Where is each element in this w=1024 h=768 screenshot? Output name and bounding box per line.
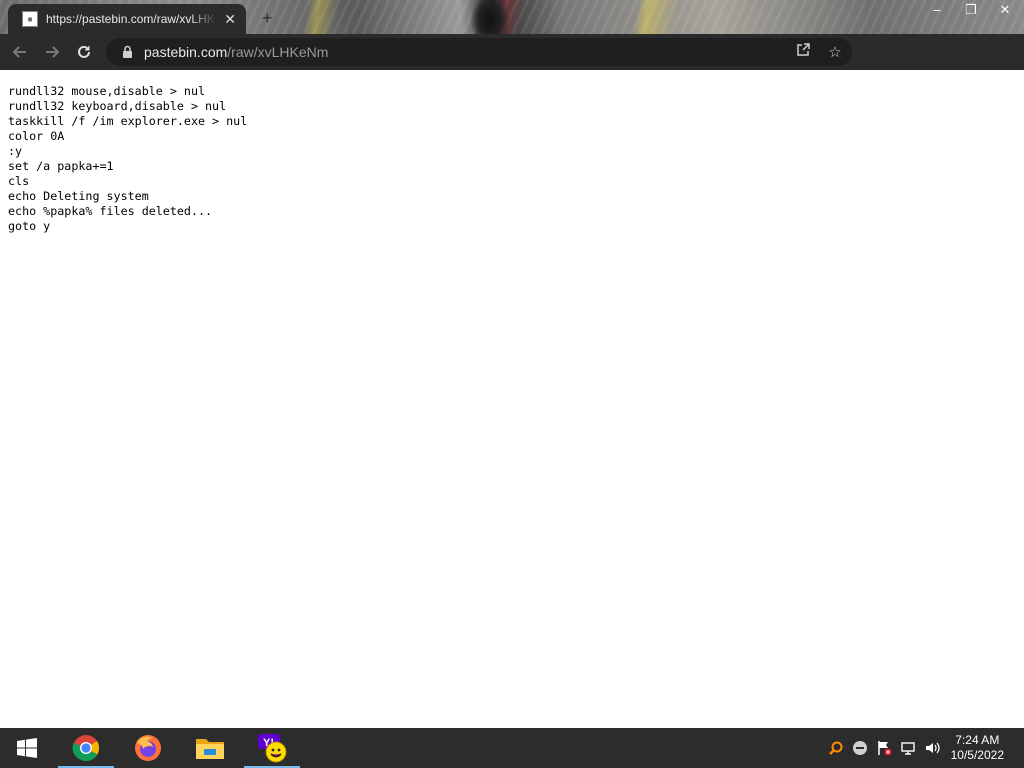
windows-start-icon: [17, 738, 37, 758]
start-button[interactable]: [8, 728, 46, 768]
page-content: rundll32 mouse,disable > nul rundll32 ke…: [0, 70, 1024, 728]
chrome-icon: [72, 735, 100, 762]
tray-network-icon[interactable]: [898, 728, 918, 768]
url-path: /raw/xvLHKeNm: [227, 44, 329, 60]
window-title-bar: ▦ https://pastebin.com/raw/xvLHKeNm ✕ + …: [0, 0, 1024, 34]
arrow-right-icon: [46, 46, 60, 58]
tab-close-icon[interactable]: ✕: [224, 11, 236, 28]
back-button[interactable]: [8, 40, 32, 64]
windows-taskbar: Y! 7:24 AM 10/5/2022: [0, 728, 1024, 768]
reload-icon: [78, 45, 90, 58]
tray-action-center-flag-icon[interactable]: [874, 728, 894, 768]
arrow-left-icon: [12, 46, 26, 58]
clock-time: 7:24 AM: [955, 733, 1000, 747]
close-window-button[interactable]: ✕: [996, 2, 1014, 18]
code-line: echo Deleting system: [8, 189, 149, 203]
taskbar-firefox[interactable]: [118, 728, 178, 768]
maximize-button[interactable]: ❐: [962, 2, 980, 18]
code-line: :y: [8, 144, 23, 158]
share-icon[interactable]: [794, 42, 812, 61]
address-bar[interactable]: pastebin.com/raw/xvLHKeNm ☆: [106, 38, 852, 66]
code-line: cls: [8, 174, 30, 188]
url-host: pastebin.com: [144, 44, 228, 60]
file-explorer-icon: [196, 739, 224, 759]
code-line: rundll32 mouse,disable > nul: [8, 84, 206, 98]
lock-icon[interactable]: [120, 44, 134, 60]
code-line: set /a papka+=1: [8, 159, 114, 173]
url-text[interactable]: pastebin.com/raw/xvLHKeNm: [144, 44, 328, 60]
yahoo-messenger-icon: Y!: [258, 734, 287, 763]
taskbar-yahoo-messenger[interactable]: Y!: [242, 728, 302, 768]
clock-date: 10/5/2022: [950, 748, 1004, 762]
tray-status-icon[interactable]: [850, 728, 870, 768]
taskbar-file-explorer[interactable]: [180, 728, 240, 768]
reload-button[interactable]: [72, 40, 96, 64]
minimize-button[interactable]: –: [928, 2, 946, 18]
raw-paste-text: rundll32 mouse,disable > nul rundll32 ke…: [8, 84, 247, 234]
tray-search-icon[interactable]: [826, 728, 846, 768]
code-line: rundll32 keyboard,disable > nul: [8, 99, 227, 113]
taskbar-chrome[interactable]: [56, 728, 116, 768]
browser-toolbar: pastebin.com/raw/xvLHKeNm ☆: [0, 34, 1024, 97]
bookmark-star-icon[interactable]: ☆: [826, 43, 844, 61]
code-line: color 0A: [8, 129, 65, 143]
new-tab-button[interactable]: +: [262, 8, 273, 29]
tab-title: https://pastebin.com/raw/xvLHKeNm: [46, 12, 216, 26]
code-line: taskkill /f /im explorer.exe > nul: [8, 114, 248, 128]
browser-tab[interactable]: ▦ https://pastebin.com/raw/xvLHKeNm ✕: [8, 4, 246, 34]
code-line: echo %papka% files deleted...: [8, 204, 213, 218]
code-line: goto y: [8, 219, 51, 233]
forward-button[interactable]: [40, 40, 64, 64]
window-controls: – ❐ ✕: [928, 2, 1014, 18]
firefox-icon: [135, 735, 161, 761]
pastebin-favicon-icon: ▦: [22, 11, 38, 27]
taskbar-clock[interactable]: 7:24 AM 10/5/2022: [951, 733, 1004, 763]
tray-volume-icon[interactable]: [922, 728, 942, 768]
